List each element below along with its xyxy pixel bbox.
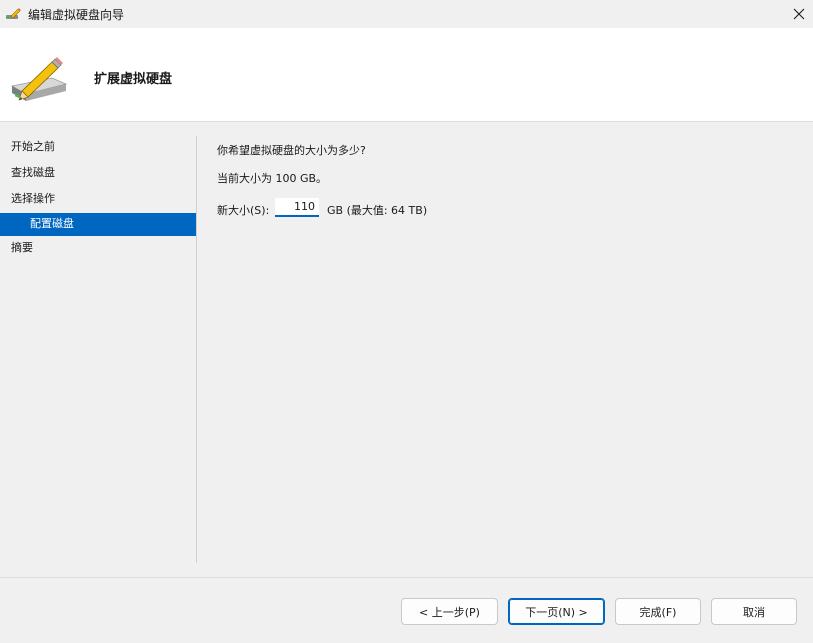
finish-button[interactable]: 完成(F) — [615, 598, 701, 625]
pencil-disk-icon — [6, 8, 21, 19]
new-size-input[interactable] — [275, 198, 319, 217]
nav-step-summary[interactable]: 摘要 — [0, 236, 196, 262]
back-button[interactable]: < 上一步(P) — [401, 598, 498, 625]
nav-divider — [196, 136, 197, 563]
wizard-steps-nav: 开始之前 查找磁盘 选择操作 配置磁盘 摘要 — [0, 135, 196, 262]
disk-pencil-icon — [10, 57, 68, 101]
wizard-window: 编辑虚拟硬盘向导 扩展虚拟硬盘 开始之前 查找磁盘 选择操作 配置磁盘 摘要 你… — [0, 0, 813, 643]
close-icon — [793, 8, 805, 20]
size-question: 你希望虚拟硬盘的大小为多少? — [217, 144, 366, 157]
cancel-button[interactable]: 取消 — [711, 598, 797, 625]
nav-step-configure-disk[interactable]: 配置磁盘 — [0, 213, 196, 236]
nav-step-choose-action[interactable]: 选择操作 — [0, 187, 196, 213]
new-size-label: 新大小(S): — [217, 204, 270, 217]
size-unit-text: GB (最大值: 64 TB) — [327, 204, 428, 217]
title-bar: 编辑虚拟硬盘向导 — [0, 0, 813, 28]
next-button[interactable]: 下一页(N) > — [508, 598, 605, 625]
close-button[interactable] — [785, 0, 813, 28]
nav-step-before-you-begin[interactable]: 开始之前 — [0, 135, 196, 161]
page-title: 扩展虚拟硬盘 — [94, 72, 173, 87]
current-size-text: 当前大小为 100 GB。 — [217, 172, 328, 185]
footer-divider — [0, 577, 813, 578]
nav-step-locate-disk[interactable]: 查找磁盘 — [0, 161, 196, 187]
window-title: 编辑虚拟硬盘向导 — [28, 8, 125, 22]
wizard-header: 扩展虚拟硬盘 — [0, 28, 813, 122]
